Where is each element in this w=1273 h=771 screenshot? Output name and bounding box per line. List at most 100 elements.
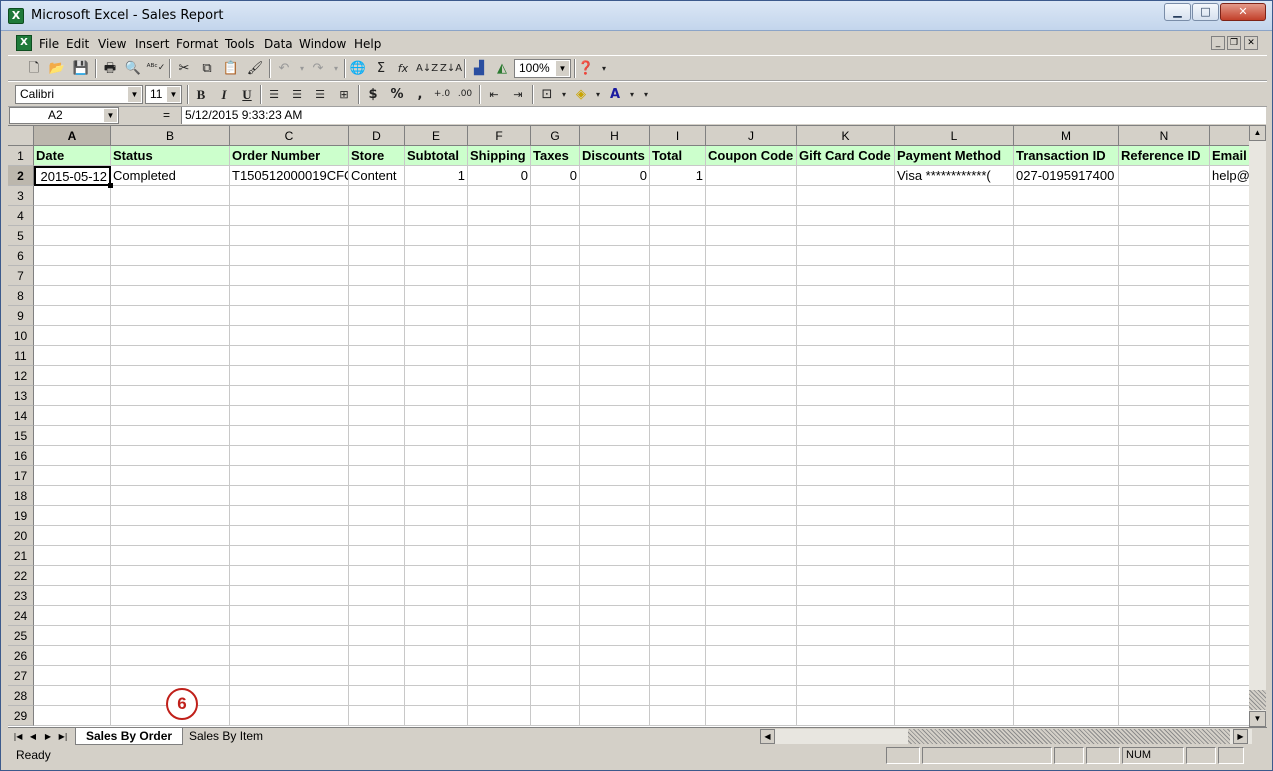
empty-cell[interactable] [349,706,405,726]
empty-cell[interactable] [650,346,706,366]
empty-cell[interactable] [580,366,650,386]
empty-cell[interactable] [1119,426,1210,446]
empty-cell[interactable] [349,486,405,506]
empty-cell[interactable] [531,326,580,346]
empty-cell[interactable] [468,666,531,686]
empty-cell[interactable] [468,286,531,306]
empty-cell[interactable] [230,226,349,246]
merge-center-icon[interactable]: ⊞ [334,85,354,104]
empty-cell[interactable] [34,406,111,426]
empty-cell[interactable] [895,626,1014,646]
empty-cell[interactable] [468,566,531,586]
column-header[interactable]: I [650,126,706,146]
spreadsheet-grid[interactable]: A B C D E F G H I J K L M N 1 Date Status Order Number Sto… [8,125,1249,727]
empty-cell[interactable] [349,686,405,706]
empty-cell[interactable] [230,626,349,646]
empty-cell[interactable] [895,366,1014,386]
empty-cell[interactable] [1119,486,1210,506]
empty-cell[interactable] [111,286,230,306]
empty-cell[interactable] [405,226,468,246]
empty-cell[interactable] [1119,686,1210,706]
empty-cell[interactable] [706,186,797,206]
empty-cell[interactable] [349,266,405,286]
empty-cell[interactable] [531,346,580,366]
empty-cell[interactable] [895,286,1014,306]
horizontal-scrollbar[interactable]: ◀ ▶ [760,729,1252,744]
empty-cell[interactable] [34,666,111,686]
empty-cell[interactable] [111,446,230,466]
empty-cell[interactable] [797,346,895,366]
empty-cell[interactable] [1014,526,1119,546]
redo-icon[interactable]: ↷ [308,59,328,78]
empty-cell[interactable] [230,466,349,486]
empty-cell[interactable] [650,306,706,326]
empty-cell[interactable] [706,446,797,466]
column-header[interactable]: N [1119,126,1210,146]
empty-cell[interactable] [405,426,468,446]
empty-cell[interactable] [895,526,1014,546]
empty-cell[interactable] [111,406,230,426]
decrease-indent-icon[interactable]: ⇤ [484,85,504,104]
empty-cell[interactable] [1119,406,1210,426]
empty-cell[interactable] [34,486,111,506]
header-cell[interactable]: Reference ID [1119,146,1210,166]
empty-cell[interactable] [34,506,111,526]
empty-cell[interactable] [1014,386,1119,406]
empty-cell[interactable] [1119,706,1210,726]
header-cell[interactable]: Coupon Code [706,146,797,166]
empty-cell[interactable] [230,666,349,686]
table-cell[interactable] [706,166,797,186]
empty-cell[interactable] [706,526,797,546]
empty-cell[interactable] [1014,546,1119,566]
empty-cell[interactable] [349,306,405,326]
empty-cell[interactable] [1210,606,1249,626]
table-cell[interactable] [1119,166,1210,186]
empty-cell[interactable] [349,346,405,366]
empty-cell[interactable] [468,386,531,406]
row-header[interactable]: 19 [8,506,34,526]
empty-cell[interactable] [405,706,468,726]
empty-cell[interactable] [1119,646,1210,666]
empty-cell[interactable] [111,646,230,666]
empty-cell[interactable] [349,646,405,666]
empty-cell[interactable] [349,626,405,646]
empty-cell[interactable] [230,206,349,226]
empty-cell[interactable] [706,326,797,346]
empty-cell[interactable] [111,666,230,686]
header-cell[interactable]: Order Number [230,146,349,166]
empty-cell[interactable] [797,406,895,426]
empty-cell[interactable] [706,606,797,626]
empty-cell[interactable] [405,686,468,706]
underline-button[interactable]: U [237,85,257,104]
empty-cell[interactable] [895,186,1014,206]
decrease-decimal-icon[interactable]: .00 [455,85,475,104]
empty-cell[interactable] [531,426,580,446]
empty-cell[interactable] [405,626,468,646]
empty-cell[interactable] [468,266,531,286]
header-cell[interactable]: Total [650,146,706,166]
empty-cell[interactable] [580,246,650,266]
table-cell[interactable]: 1 [405,166,468,186]
menu-window[interactable]: Window [299,36,346,52]
empty-cell[interactable] [580,386,650,406]
empty-cell[interactable] [1014,606,1119,626]
empty-cell[interactable] [405,486,468,506]
empty-cell[interactable] [1119,586,1210,606]
empty-cell[interactable] [797,286,895,306]
empty-cell[interactable] [580,666,650,686]
empty-cell[interactable] [349,326,405,346]
empty-cell[interactable] [230,326,349,346]
empty-cell[interactable] [349,446,405,466]
column-header[interactable]: A [34,126,111,146]
empty-cell[interactable] [405,386,468,406]
empty-cell[interactable] [1119,546,1210,566]
empty-cell[interactable] [34,706,111,726]
row-header[interactable]: 13 [8,386,34,406]
empty-cell[interactable] [1210,506,1249,526]
empty-cell[interactable] [349,426,405,446]
empty-cell[interactable] [1210,466,1249,486]
empty-cell[interactable] [111,206,230,226]
prev-sheet-icon[interactable]: ◀ [26,730,40,743]
empty-cell[interactable] [34,346,111,366]
empty-cell[interactable] [111,626,230,646]
